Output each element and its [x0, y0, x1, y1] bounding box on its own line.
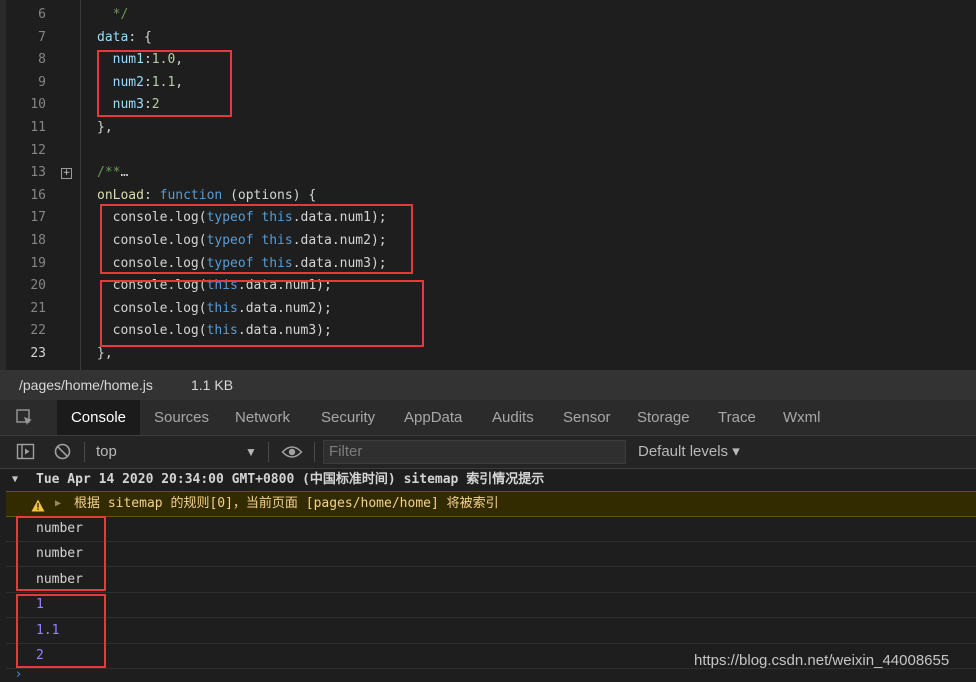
tab-wxml[interactable]: Wxml	[783, 400, 821, 435]
line-number: 9	[38, 74, 46, 90]
code-token: function	[159, 187, 223, 203]
highlight-box-values-output	[16, 594, 106, 668]
code-token: : {	[128, 29, 152, 45]
console-warning: ▶ 根据 sitemap 的规则[0]，当前页面 [pages/home/hom…	[6, 491, 976, 517]
code-token: /**	[97, 165, 121, 181]
line-number: 17	[30, 210, 46, 226]
tab-storage[interactable]: Storage	[637, 400, 690, 435]
tab-appdata[interactable]: AppData	[404, 400, 462, 435]
console-output-row: 1	[6, 592, 976, 618]
file-path: /pages/home/home.js	[19, 377, 153, 393]
warning-text: 根据 sitemap 的规则[0]，当前页面 [pages/home/home]…	[74, 496, 499, 511]
clear-console-icon[interactable]	[53, 442, 73, 462]
code-token: data	[97, 29, 129, 45]
sidebar-toggle-icon[interactable]	[16, 442, 36, 462]
console-output-row: 1.1	[6, 618, 976, 644]
line-number: 16	[30, 187, 46, 203]
code-line[interactable]: 7 data: {	[0, 27, 976, 49]
code-token: (options) {	[222, 187, 317, 203]
code-token: …	[120, 165, 129, 181]
line-number: 21	[30, 300, 46, 316]
highlight-box-typeof	[100, 204, 413, 274]
context-selector[interactable]: top	[96, 436, 117, 468]
line-number: 8	[38, 52, 46, 68]
line-number: 23	[30, 346, 46, 361]
tab-console[interactable]: Console	[57, 400, 140, 435]
file-status-bar: /pages/home/home.js 1.1 KB	[0, 370, 976, 400]
collapse-caret-icon[interactable]: ▼	[12, 469, 18, 491]
watermark-text: https://blog.csdn.net/weixin_44008655	[694, 652, 950, 669]
code-line[interactable]: 6 */	[0, 4, 976, 26]
eye-icon[interactable]	[281, 443, 303, 463]
line-number: 18	[30, 233, 46, 248]
toolbar-separator	[314, 442, 315, 462]
code-token: },	[97, 120, 113, 135]
tab-audits[interactable]: Audits	[492, 400, 534, 435]
filter-input[interactable]: Filter	[323, 440, 626, 464]
warning-icon	[31, 497, 45, 512]
line-number: 20	[30, 278, 46, 294]
tab-sensor[interactable]: Sensor	[563, 400, 611, 435]
tab-trace[interactable]: Trace	[718, 400, 756, 435]
code-token: onLoad	[97, 187, 144, 203]
code-line[interactable]: 11},	[0, 117, 976, 139]
code-editor[interactable]: 6 */7 data: {8 num1:1.0, 9 num2:1.1, 10 num…	[0, 0, 976, 370]
inspect-icon[interactable]	[15, 408, 35, 428]
console-toolbar: top ▼ Filter Default levels ▾	[0, 436, 976, 469]
code-token: :	[143, 187, 160, 203]
line-number: 7	[38, 29, 46, 45]
line-number: 10	[30, 97, 46, 113]
code-token: },	[97, 346, 113, 361]
code-text: */	[97, 4, 129, 26]
code-text: },	[97, 117, 113, 139]
toolbar-separator	[84, 442, 85, 462]
console-group-header[interactable]: ▼ Tue Apr 14 2020 20:34:00 GMT+0800 (中国标…	[6, 469, 976, 491]
console-output-row: number	[6, 567, 976, 593]
code-text: data: {	[97, 27, 152, 49]
context-dropdown-icon[interactable]: ▼	[245, 436, 257, 468]
highlight-box-types-output	[16, 516, 106, 591]
fold-plus-icon[interactable]: +	[61, 168, 72, 180]
highlight-box-data	[97, 50, 232, 117]
console-prompt-icon[interactable]: ›	[16, 668, 21, 682]
highlight-box-values	[100, 280, 424, 347]
line-number: 11	[30, 120, 46, 135]
line-number: 12	[30, 142, 46, 158]
line-number: 6	[38, 7, 46, 22]
expand-caret-icon[interactable]: ▶	[55, 492, 61, 516]
code-line[interactable]: 12	[0, 140, 976, 162]
code-text: /**…	[97, 162, 128, 184]
code-line[interactable]: 13 + /**…	[0, 162, 976, 184]
tab-security[interactable]: Security	[321, 400, 375, 435]
console-output-row: number	[6, 516, 976, 542]
levels-dropdown[interactable]: Default levels ▾	[638, 436, 740, 468]
line-number: 19	[30, 255, 46, 271]
tab-sources[interactable]: Sources	[154, 400, 209, 435]
toolbar-separator	[268, 442, 269, 462]
console-output-row: number	[6, 541, 976, 567]
tab-network[interactable]: Network	[235, 400, 290, 435]
line-number: 13	[30, 165, 46, 181]
devtools-tab-bar: Console Sources Network Security AppData…	[0, 400, 976, 436]
line-number: 22	[30, 323, 46, 339]
file-size: 1.1 KB	[191, 377, 234, 393]
code-token: */	[97, 7, 129, 22]
group-header-text: Tue Apr 14 2020 20:34:00 GMT+0800 (中国标准时…	[36, 472, 545, 487]
